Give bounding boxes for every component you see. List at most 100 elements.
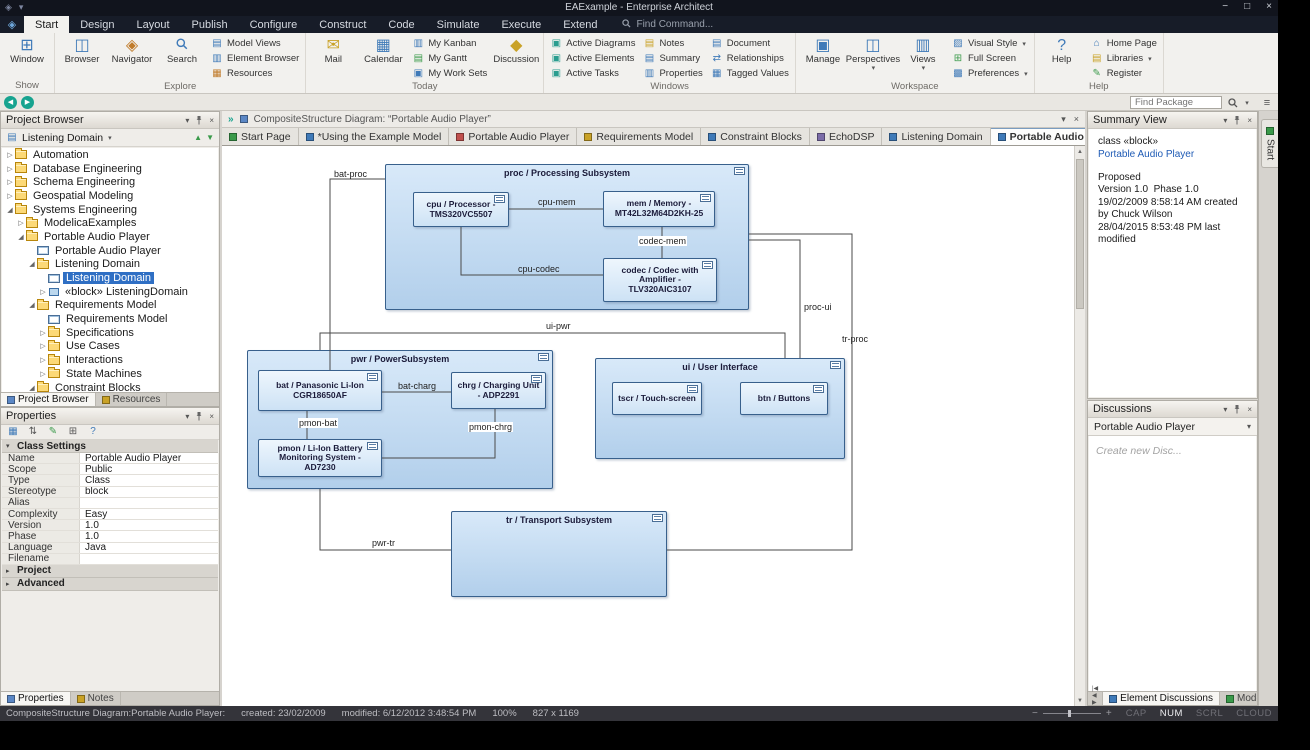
menu-tab-construct[interactable]: Construct [308,16,377,33]
browser-button[interactable]: ◫Browser [58,35,106,66]
my-gantt-button[interactable]: ▤My Gantt [409,51,490,66]
discussion-body[interactable]: Create new Disc... [1089,436,1256,691]
package-search-icon[interactable] [1226,96,1240,109]
tree-twisty-icon[interactable]: ◢ [27,384,37,392]
tree-item-state-machines[interactable]: ▷State Machines [2,367,218,381]
zoom-slider[interactable]: − + [1032,708,1112,719]
caption-menu-icon[interactable]: ▾ [1061,114,1066,125]
minimize-button[interactable]: − [1222,1,1228,12]
active-elements-button[interactable]: ▣Active Elements [547,51,638,66]
manage-button[interactable]: ▣Manage [799,35,847,66]
find-package-input[interactable] [1130,96,1222,109]
doc-tab-echodsp[interactable]: EchoDSP [810,128,883,145]
block-btn[interactable]: btn / Buttons [740,382,828,415]
package-dropdown-icon[interactable]: ▾ [1240,96,1254,109]
close-panel-icon[interactable]: × [209,412,214,421]
document-button[interactable]: ▤Document [708,36,792,51]
canvas-vertical-scrollbar[interactable]: ▲ ▼ [1074,146,1085,706]
menu-tab-publish[interactable]: Publish [181,16,239,33]
prop-value-phase[interactable]: 1.0 [80,531,218,541]
views-button[interactable]: ▥Views▾ [899,35,947,73]
discussion-button[interactable]: ◆Discussion [492,35,540,66]
hamburger-menu-icon[interactable]: ≡ [1260,96,1274,109]
perspectives-button[interactable]: ◫Perspectives▾ [849,35,897,73]
tree-item-interactions[interactable]: ▷Interactions [2,353,218,367]
tree-twisty-icon[interactable]: ▷ [38,370,48,378]
visual-style-button[interactable]: ▨Visual Style▾ [949,36,1031,51]
props-tab-notes[interactable]: Notes [71,692,121,705]
menu-tab-design[interactable]: Design [69,16,125,33]
prop-value-alias[interactable] [80,498,218,508]
prop-section-class-settings[interactable]: ▾Class Settings [2,440,218,453]
block-codec[interactable]: codec / Codec with Amplifier - TLV320AIC… [603,258,717,302]
pb-tab-project-browser[interactable]: Project Browser [1,393,96,406]
context-package-label[interactable]: Listening Domain [22,132,103,144]
zoom-in-icon[interactable]: + [1106,708,1112,719]
prop-value-version[interactable]: 1.0 [80,520,218,530]
caption-close-icon[interactable]: × [1074,114,1079,125]
preferences-button[interactable]: ▩Preferences▾ [949,66,1031,81]
tagged-values-button[interactable]: ▦Tagged Values [708,66,792,81]
prop-value-language[interactable]: Java [80,543,218,553]
active-tasks-button[interactable]: ▣Active Tasks [547,66,638,81]
tree-item-block-listeningdomain[interactable]: ▷«block» ListeningDomain [2,285,218,299]
doc-tab-portable-audio-player[interactable]: Portable Audio Player [449,128,577,145]
calendar-button[interactable]: ▦Calendar [359,35,407,66]
tab-pager[interactable]: |◀ ◀ ▶ ▶| [1088,692,1103,705]
menu-tab-execute[interactable]: Execute [490,16,552,33]
doc-tab-constraint-blocks[interactable]: Constraint Blocks [701,128,810,145]
tree-item-systems-engineering[interactable]: ◢Systems Engineering [2,203,218,217]
block-bat[interactable]: bat / Panasonic Li-Ion CGR18650AF [258,370,382,411]
tree-twisty-icon[interactable]: ▷ [38,342,48,350]
tree-item-portable-audio-player[interactable]: Portable Audio Player [2,244,218,258]
panel-menu-icon[interactable]: ▾ [185,116,189,125]
prop-section-advanced[interactable]: ▸Advanced [2,578,218,591]
new-discussion-placeholder[interactable]: Create new Disc... [1089,436,1256,466]
tree-item-automation[interactable]: ▷Automation [2,148,218,162]
full-screen-button[interactable]: ⊞Full Screen [949,51,1031,66]
tree-item-schema-engineering[interactable]: ▷Schema Engineering [2,175,218,189]
navigate-forward-button[interactable]: ▶ [21,96,34,109]
menu-tab-code[interactable]: Code [377,16,425,33]
application-menu-button[interactable]: ◈ [0,16,24,33]
search-button[interactable]: Search [158,35,206,66]
prop-value-name[interactable]: Portable Audio Player [80,453,218,463]
my-kanban-button[interactable]: ▥My Kanban [409,36,490,51]
tree-twisty-icon[interactable]: ▷ [38,329,48,337]
block-cpu[interactable]: cpu / Processor - TMS320VC5507 [413,192,509,227]
context-dropdown-icon[interactable]: ▾ [108,134,112,142]
scroll-up-icon[interactable]: ▲ [1075,146,1085,157]
navigate-back-button[interactable]: ◀ [4,96,17,109]
pin-icon[interactable] [195,412,203,421]
menu-tab-simulate[interactable]: Simulate [426,16,491,33]
close-button[interactable]: × [1266,1,1272,12]
help-button[interactable]: ?Help [1038,35,1086,66]
doc-tab-requirements-model[interactable]: Requirements Model [577,128,701,145]
tree-twisty-icon[interactable]: ◢ [27,260,37,268]
tree-item-geospatial-modeling[interactable]: ▷Geospatial Modeling [2,189,218,203]
menu-tab-start[interactable]: Start [24,16,69,33]
find-command-box[interactable]: Find Command... [622,16,713,33]
doc-tab-using-the-example-model[interactable]: *Using the Example Model [299,128,450,145]
tree-item-database-engineering[interactable]: ▷Database Engineering [2,162,218,176]
panel-menu-icon[interactable]: ▾ [185,412,189,421]
mail-button[interactable]: ✉Mail [309,35,357,66]
tree-item-listening-domain[interactable]: ◢Listening Domain [2,258,218,272]
pb-tab-resources[interactable]: Resources [96,393,168,406]
window-button[interactable]: ⊞Window [3,35,51,66]
close-panel-icon[interactable]: × [209,116,214,125]
tree-twisty-icon[interactable]: ▷ [16,219,26,227]
tree-item-requirements-model[interactable]: ◢Requirements Model [2,299,218,313]
tree-twisty-icon[interactable]: ◢ [5,206,15,214]
tree-item-constraint-blocks[interactable]: ◢Constraint Blocks [2,381,218,392]
menu-tab-extend[interactable]: Extend [552,16,608,33]
close-panel-icon[interactable]: × [1247,116,1252,125]
tree-twisty-icon[interactable]: ▷ [38,356,48,364]
block-mem[interactable]: mem / Memory - MT42L32M64D2KH-25 [603,191,715,227]
doc-tab-listening-domain[interactable]: Listening Domain [882,128,990,145]
tree-item-requirements-model[interactable]: Requirements Model [2,312,218,326]
dock-chevrons-icon[interactable]: » [228,114,234,125]
disc-tab-element-discussions[interactable]: Element Discussions [1103,692,1220,705]
model-views-button[interactable]: ▤Model Views [208,36,302,51]
menu-tab-layout[interactable]: Layout [125,16,180,33]
